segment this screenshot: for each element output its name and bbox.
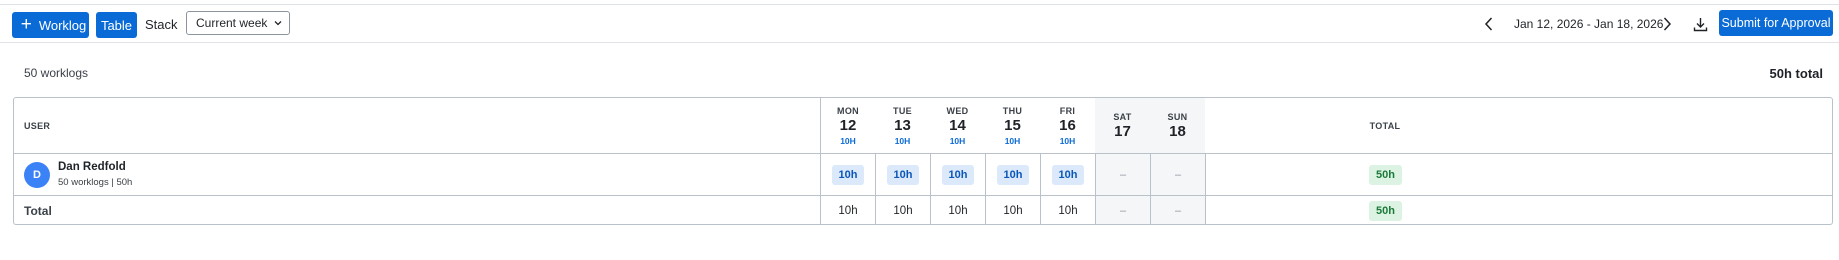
total-hours: 50h total xyxy=(1769,66,1823,81)
day-header-fri[interactable]: FRI 16 10H xyxy=(1040,98,1095,153)
total-cell-wed: 10h xyxy=(930,196,985,224)
hours-cell-thu[interactable]: 10h xyxy=(985,154,1040,195)
table-row[interactable]: D Dan Redfold 50 worklogs | 50h 10h 10h … xyxy=(14,153,1832,195)
week-select[interactable]: Current week xyxy=(186,11,290,35)
chevron-left-icon[interactable] xyxy=(1483,16,1495,32)
totals-label: Total xyxy=(24,204,52,218)
total-cell-fri: 10h xyxy=(1040,196,1095,224)
hours-cell-fri[interactable]: 10h xyxy=(1040,154,1095,195)
grand-total-cell: 50h xyxy=(1205,196,1565,224)
worklog-count: 50 worklogs xyxy=(24,66,89,80)
total-cell-tue: 10h xyxy=(875,196,930,224)
day-header-mon[interactable]: MON 12 10H xyxy=(820,98,875,153)
day-header-sun[interactable]: SUN 18 xyxy=(1150,98,1205,153)
totals-row: Total 10h 10h 10h 10h 10h – – 50h xyxy=(14,195,1832,224)
user-name: Dan Redfold xyxy=(58,161,126,173)
day-header-wed[interactable]: WED 14 10H xyxy=(930,98,985,153)
stack-view-button[interactable]: Stack xyxy=(145,13,178,37)
week-select-value: Current week xyxy=(196,16,268,30)
download-icon[interactable] xyxy=(1692,16,1709,33)
day-header-thu[interactable]: THU 15 10H xyxy=(985,98,1040,153)
total-cell-sun: – xyxy=(1150,196,1205,224)
row-total-cell: 50h xyxy=(1205,154,1565,195)
add-worklog-label: Worklog xyxy=(38,17,87,33)
timesheet-table: USER MON 12 10H TUE 13 10H WED 14 10H TH… xyxy=(13,97,1833,225)
total-cell-mon: 10h xyxy=(820,196,875,224)
hours-cell-sun[interactable]: – xyxy=(1150,154,1205,195)
hours-cell-wed[interactable]: 10h xyxy=(930,154,985,195)
avatar: D xyxy=(24,162,50,188)
toolbar: + Worklog Table Stack Current week Jan 1… xyxy=(0,5,1839,43)
plus-icon: + xyxy=(20,13,32,35)
day-header-tue[interactable]: TUE 13 10H xyxy=(875,98,930,153)
total-cell-thu: 10h xyxy=(985,196,1040,224)
table-header-row: USER MON 12 10H TUE 13 10H WED 14 10H TH… xyxy=(14,98,1832,153)
hours-cell-sat[interactable]: – xyxy=(1095,154,1150,195)
table-view-button[interactable]: Table xyxy=(96,12,137,38)
total-column-header: TOTAL xyxy=(1369,120,1401,131)
table-view-label: Table xyxy=(100,17,133,33)
user-summary: 50 worklogs | 50h xyxy=(58,177,133,188)
chevron-right-icon[interactable] xyxy=(1661,16,1673,32)
total-cell-sat: – xyxy=(1095,196,1150,224)
user-column-header: USER xyxy=(24,120,51,131)
submit-for-approval-button[interactable]: Submit for Approval xyxy=(1719,10,1833,36)
day-header-sat[interactable]: SAT 17 xyxy=(1095,98,1150,153)
submit-label: Submit for Approval xyxy=(1721,16,1831,30)
add-worklog-button[interactable]: + Worklog xyxy=(12,12,89,38)
hours-cell-mon[interactable]: 10h xyxy=(820,154,875,195)
hours-cell-tue[interactable]: 10h xyxy=(875,154,930,195)
chevron-down-icon xyxy=(274,21,282,26)
date-range-label: Jan 12, 2026 - Jan 18, 2026 xyxy=(1514,17,1664,31)
